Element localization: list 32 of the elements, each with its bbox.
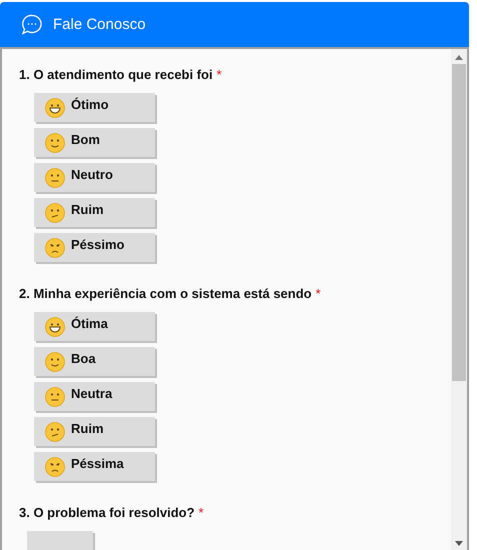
- grinning-face-icon: [45, 98, 65, 118]
- answer-button[interactable]: Neutro: [34, 163, 155, 192]
- confused-face-icon: [45, 422, 65, 442]
- scroll-thumb[interactable]: [452, 64, 466, 381]
- neutral-face-icon: [45, 168, 65, 188]
- answer-button[interactable]: Boa: [34, 347, 155, 376]
- grinning-face-icon: [45, 316, 65, 336]
- answer-button[interactable]: Neutra: [34, 382, 155, 411]
- answer-button[interactable]: Péssima: [34, 452, 155, 481]
- scroll-down-icon[interactable]: [455, 541, 463, 546]
- angry-face-icon: [45, 456, 65, 476]
- smiling-face-icon: [45, 132, 65, 152]
- confused-face-icon: [45, 202, 65, 222]
- answer-button[interactable]: Ruim: [34, 417, 155, 446]
- answer-button[interactable]: Ótima: [34, 312, 155, 341]
- chat-icon: [20, 12, 44, 36]
- smiling-face-icon: [45, 352, 65, 372]
- angry-face-icon: [45, 238, 65, 258]
- required-mark: *: [216, 67, 222, 82]
- required-mark: *: [198, 505, 204, 520]
- neutral-face-icon: [45, 386, 65, 406]
- question-label: 2. Minha experiência com o sistema está sendo: [19, 286, 312, 301]
- answer-button[interactable]: Ótimo: [34, 93, 155, 122]
- answer-button[interactable]: Bom: [34, 128, 155, 157]
- required-mark: *: [316, 286, 321, 301]
- scrollbar[interactable]: [451, 49, 467, 550]
- answer-button[interactable]: Ruim: [34, 198, 155, 227]
- question-label: 1. O atendimento que recebi foi: [19, 67, 213, 82]
- header-title: Fale Conosco: [53, 16, 146, 33]
- answer-button[interactable]: Péssimo: [34, 233, 155, 262]
- scroll-up-icon[interactable]: [455, 55, 463, 60]
- question-label: 3. O problema foi resolvido?: [19, 505, 195, 520]
